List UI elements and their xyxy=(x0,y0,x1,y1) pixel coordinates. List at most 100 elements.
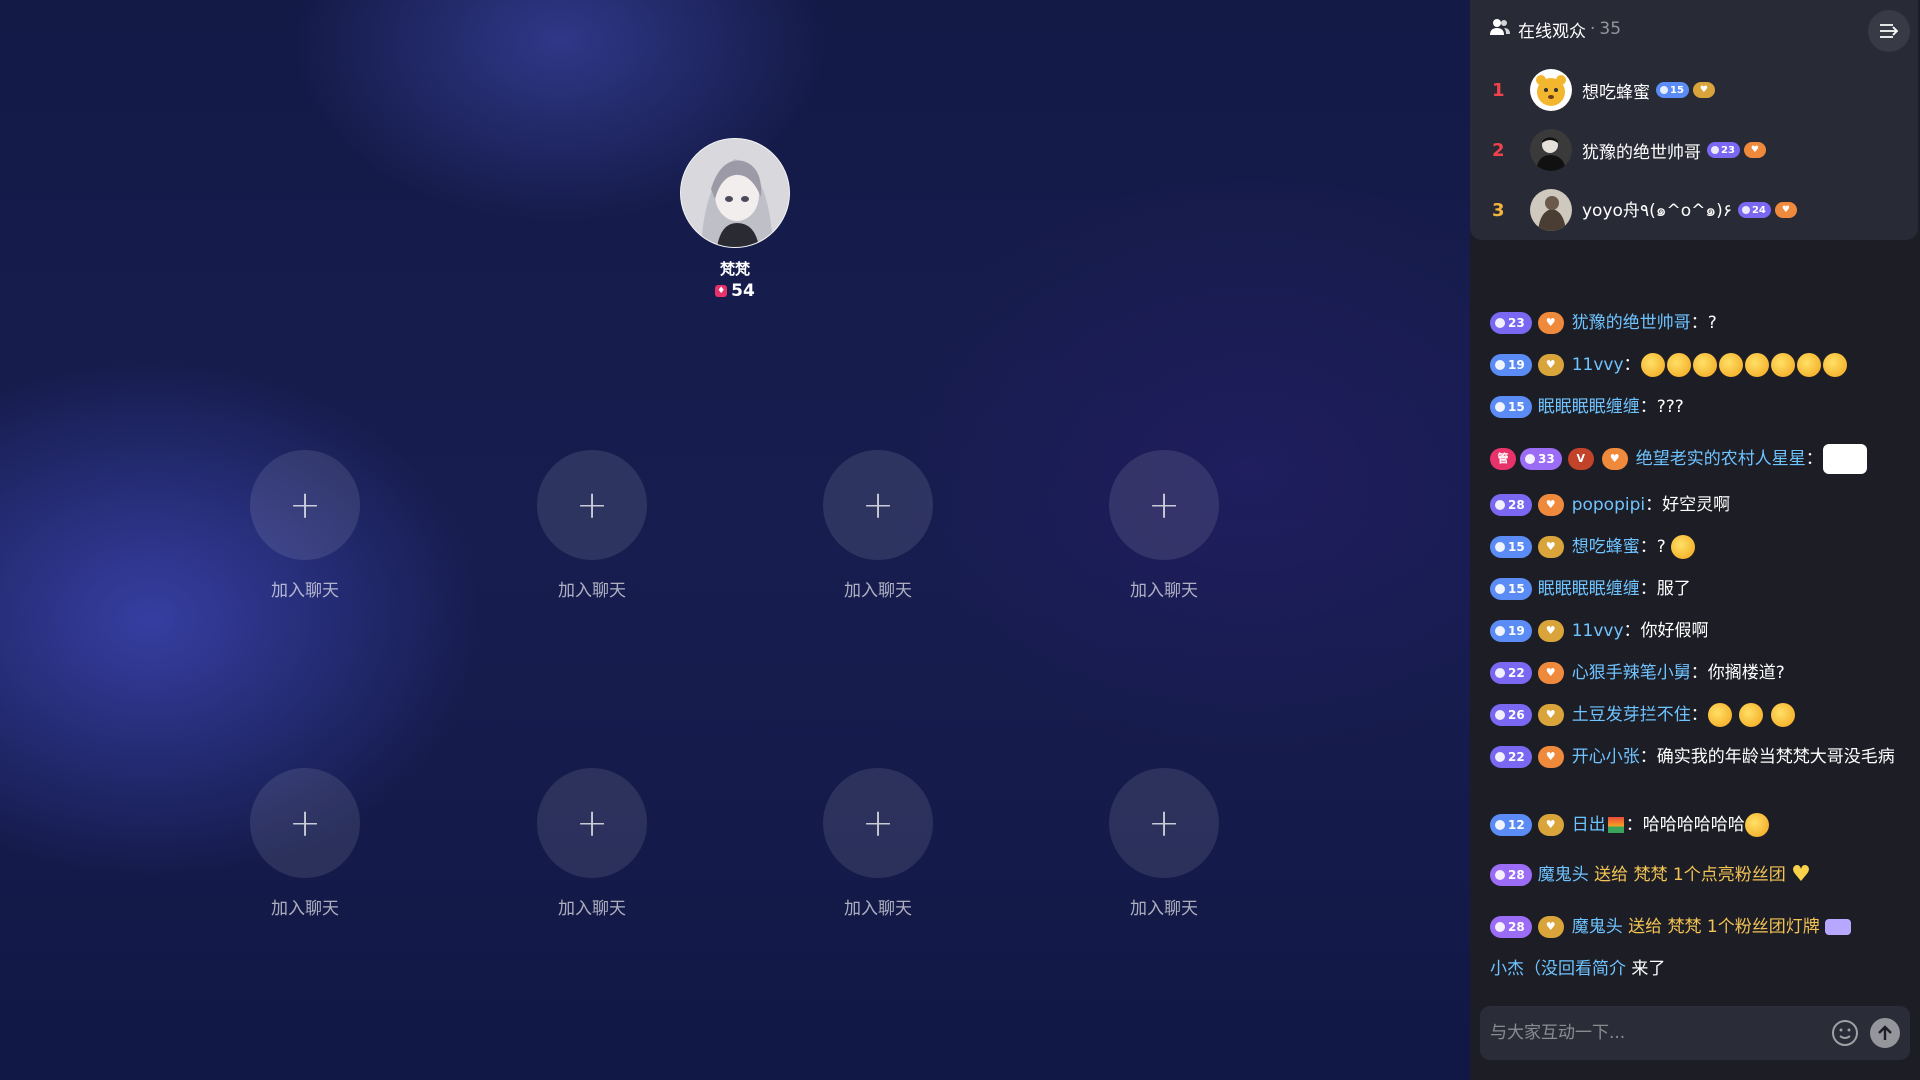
laugh-emoji-icon xyxy=(1718,353,1743,377)
chat-username[interactable]: 11vvy xyxy=(1572,355,1624,375)
rank-number: 2 xyxy=(1492,139,1505,161)
join-chat-button[interactable]: + xyxy=(537,450,647,560)
plus-icon: + xyxy=(862,801,894,845)
host-score: ♦ 54 xyxy=(680,281,790,301)
join-message: 小杰（没回看简介 来了 xyxy=(1490,956,1910,982)
level-badge: 28 xyxy=(1490,916,1532,938)
chat-text: ? xyxy=(1707,313,1717,333)
fan-badge-icon: ♥ xyxy=(1537,620,1564,642)
gift-message: 28 ♥ 魔鬼头 送给 梵梵 1个粉丝团灯牌 xyxy=(1490,914,1910,940)
host-seat[interactable]: 梵梵 ♦ 54 xyxy=(680,138,790,301)
avatar[interactable] xyxy=(1530,69,1572,111)
audience-count: 35 xyxy=(1599,19,1622,39)
chat-username[interactable]: 眠眠眠眠缠缠 xyxy=(1538,397,1640,417)
chat-input[interactable] xyxy=(1480,1022,1830,1044)
chat-text: 你搁楼道? xyxy=(1707,663,1785,683)
chat-text: ? xyxy=(1656,537,1666,557)
chat-username[interactable]: popopipi xyxy=(1572,495,1645,515)
join-chat-button[interactable]: + xyxy=(823,450,933,560)
join-chat-button[interactable]: + xyxy=(250,768,360,878)
seat-7[interactable]: + 加入聊天 xyxy=(813,768,943,919)
send-arrow-icon xyxy=(1878,1025,1892,1040)
audience-row[interactable]: 3 yoyo舟٩(๑^o^๑)۶ 24 ♥ xyxy=(1470,180,1910,240)
audience-row[interactable]: 1 想吃蜂蜜 15 ♥ xyxy=(1470,60,1910,120)
seat-3[interactable]: + 加入聊天 xyxy=(813,450,943,601)
level-badge: 15 xyxy=(1490,536,1532,558)
seat-8[interactable]: + 加入聊天 xyxy=(1099,768,1229,919)
chat-username[interactable]: 绝望老实的农村人星星 xyxy=(1636,449,1806,469)
fan-badge-icon: ♥ xyxy=(1537,354,1564,376)
fan-badge-icon: ♥ xyxy=(1537,746,1564,768)
laugh-emoji-icon xyxy=(1770,703,1795,727)
chat-message: 管 33 V ♥ 绝望老实的农村人星星： xyxy=(1490,444,1910,474)
collapse-panel-button[interactable] xyxy=(1868,10,1910,52)
fan-badge-icon: ♥ xyxy=(1601,448,1628,470)
level-badge: 28 xyxy=(1490,494,1532,516)
chat-username[interactable]: 想吃蜂蜜 xyxy=(1572,537,1640,557)
audience-header: 在线观众 · 35 xyxy=(1470,0,1918,58)
fan-badge-icon: ♥ xyxy=(1537,814,1564,836)
fan-badge-icon: ♥ xyxy=(1743,142,1766,158)
avatar[interactable] xyxy=(1530,129,1572,171)
chat-username[interactable]: 魔鬼头 xyxy=(1572,917,1623,937)
join-chat-button[interactable]: + xyxy=(823,768,933,878)
laugh-emoji-icon xyxy=(1739,703,1764,727)
emoji-button[interactable] xyxy=(1830,1018,1860,1048)
chat-text: 好空灵啊 xyxy=(1662,495,1731,515)
chat-username[interactable]: 日出 xyxy=(1572,815,1606,835)
fan-badge-icon: ♥ xyxy=(1537,704,1564,726)
chat-username[interactable]: 心狠手辣笔小舅 xyxy=(1572,663,1691,683)
audience-name: 犹豫的绝世帅哥 xyxy=(1582,142,1701,163)
chat-message: 15 眠眠眠眠缠缠：??? xyxy=(1490,394,1910,420)
audience-name: 想吃蜂蜜 xyxy=(1582,82,1650,103)
join-chat-button[interactable]: + xyxy=(1109,768,1219,878)
send-button[interactable] xyxy=(1870,1018,1900,1048)
chat-input-bar xyxy=(1480,1006,1910,1060)
chat-username[interactable]: 眠眠眠眠缠缠 xyxy=(1538,579,1640,599)
laugh-emoji-icon xyxy=(1822,353,1847,377)
audience-separator: · xyxy=(1590,19,1596,39)
join-chat-button[interactable]: + xyxy=(537,768,647,878)
chat-username[interactable]: 犹豫的绝世帅哥 xyxy=(1572,313,1691,333)
laugh-emoji-icon xyxy=(1666,353,1691,377)
seat-6[interactable]: + 加入聊天 xyxy=(527,768,657,919)
level-badge: 28 xyxy=(1490,864,1532,886)
join-chat-button[interactable]: + xyxy=(1109,450,1219,560)
fan-badge-icon: ♥ xyxy=(1537,536,1564,558)
sunrise-emoji-icon xyxy=(1607,817,1624,833)
chat-username[interactable]: 11vvy xyxy=(1572,621,1624,641)
gift-name: 1个粉丝团灯牌 xyxy=(1706,917,1820,937)
fan-badge-icon: ♥ xyxy=(1774,202,1797,218)
join-chat-button[interactable]: + xyxy=(250,450,360,560)
chat-username[interactable]: 魔鬼头 xyxy=(1538,865,1589,885)
audience-name: yoyo舟٩(๑^o^๑)۶ xyxy=(1582,201,1732,221)
chat-username[interactable]: 土豆发芽拦不住 xyxy=(1572,705,1691,725)
plus-icon: + xyxy=(576,483,608,527)
level-badge: 26 xyxy=(1490,704,1532,726)
chat-message: 26 ♥ 土豆发芽拦不住： xyxy=(1490,702,1910,728)
chat-username[interactable]: 开心小张 xyxy=(1572,747,1640,767)
laugh-emoji-icon xyxy=(1744,813,1769,837)
chat-message: 12 ♥ 日出 ：哈哈哈哈哈哈 xyxy=(1490,812,1910,838)
gift-message: 28 魔鬼头 送给 梵梵 1个点亮粉丝团 ♥ xyxy=(1490,862,1910,888)
seat-1[interactable]: + 加入聊天 xyxy=(240,450,370,601)
level-badge: 19 xyxy=(1490,354,1532,376)
chat-message: 15 眠眠眠眠缠缠：服了 xyxy=(1490,576,1910,602)
gift-name: 1个点亮粉丝团 xyxy=(1672,865,1786,885)
host-name: 梵梵 xyxy=(719,260,750,278)
seat-label: 加入聊天 xyxy=(271,899,339,919)
avatar[interactable] xyxy=(1530,189,1572,231)
audience-row[interactable]: 2 犹豫的绝世帅哥 23 ♥ xyxy=(1470,120,1910,180)
emoji-icon xyxy=(1832,1020,1858,1046)
host-avatar[interactable] xyxy=(680,138,790,248)
fan-light-sign-icon xyxy=(1825,919,1852,935)
seat-2[interactable]: + 加入聊天 xyxy=(527,450,657,601)
admin-badge-icon: 管 xyxy=(1490,448,1516,470)
level-badge: 33 xyxy=(1520,448,1562,470)
chat-username[interactable]: 小杰（没回看简介 xyxy=(1490,959,1626,979)
laugh-emoji-icon xyxy=(1796,353,1821,377)
plus-icon: + xyxy=(862,483,894,527)
seat-4[interactable]: + 加入聊天 xyxy=(1099,450,1229,601)
level-badge: 22 xyxy=(1490,662,1532,684)
seat-5[interactable]: + 加入聊天 xyxy=(240,768,370,919)
